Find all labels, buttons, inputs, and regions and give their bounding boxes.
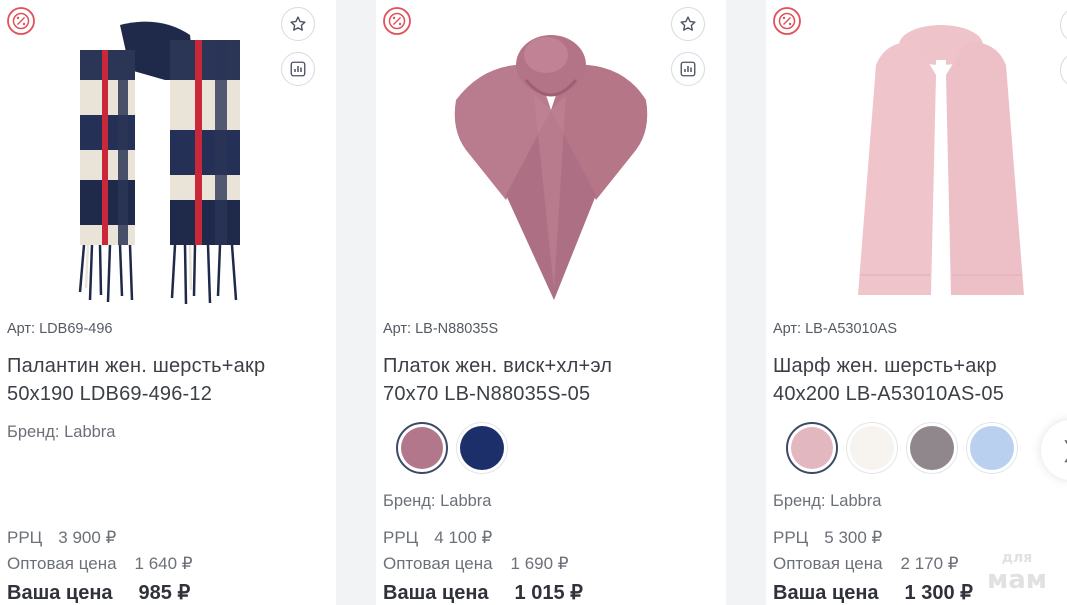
- add-to-favorites-button[interactable]: [281, 7, 315, 41]
- rrp-value: 4 100 ₽: [434, 528, 493, 547]
- color-swatch[interactable]: [846, 422, 898, 474]
- star-icon: [290, 16, 306, 31]
- product-image[interactable]: [846, 20, 1036, 305]
- color-swatch[interactable]: [456, 422, 508, 474]
- your-price-label: Ваша цена: [7, 582, 113, 604]
- product-title-line: Платок жен. виск+хл+эл: [383, 355, 613, 377]
- wholesale-label: Оптовая цена: [7, 554, 117, 573]
- color-swatches: [396, 422, 508, 474]
- rrp-label: РРЦ: [7, 528, 43, 547]
- rrp-price: РРЦ 3 900 ₽: [7, 528, 116, 548]
- add-to-favorites-button[interactable]: [671, 7, 705, 41]
- product-sku: Арт: LB-A53010AS: [773, 321, 898, 337]
- product-title-line: 40x200 LB-A53010AS-05: [773, 383, 1005, 405]
- wholesale-label: Оптовая цена: [383, 554, 493, 573]
- wholesale-value: 2 170 ₽: [900, 554, 959, 573]
- add-to-compare-button[interactable]: [671, 52, 705, 86]
- wholesale-price: Оптовая цена 1 640 ₽: [7, 554, 193, 574]
- product-image[interactable]: [446, 20, 656, 305]
- product-image[interactable]: [60, 20, 260, 305]
- chart-icon: [680, 61, 696, 77]
- product-title-line: Палантин жен. шерсть+акр: [7, 355, 266, 377]
- add-to-compare-button[interactable]: [281, 52, 315, 86]
- chart-icon: [290, 61, 306, 77]
- your-price-value: 985 ₽: [138, 582, 191, 604]
- color-swatch[interactable]: [966, 422, 1018, 474]
- rrp-price: РРЦ 4 100 ₽: [383, 528, 492, 548]
- wholesale-label: Оптовая цена: [773, 554, 883, 573]
- wholesale-price: Оптовая цена 2 170 ₽: [773, 554, 959, 574]
- your-price-label: Ваша цена: [773, 582, 879, 604]
- product-title[interactable]: Платок жен. виск+хл+эл 70x70 LB-N88035S-…: [383, 352, 713, 408]
- color-swatch[interactable]: [906, 422, 958, 474]
- your-price: Ваша цена 1 300 ₽: [773, 580, 973, 605]
- product-card[interactable]: Арт: LB-N88035S Платок жен. виск+хл+эл 7…: [376, 0, 726, 605]
- color-swatch[interactable]: [786, 422, 838, 474]
- color-swatches: [786, 422, 1018, 474]
- product-title-line: 70x70 LB-N88035S-05: [383, 383, 591, 405]
- your-price: Ваша цена 1 015 ₽: [383, 580, 583, 605]
- product-sku: Арт: LB-N88035S: [383, 321, 499, 337]
- your-price-value: 1 015 ₽: [514, 582, 583, 604]
- product-title-line: 50x190 LDB69-496-12: [7, 383, 213, 405]
- promo-icon: [773, 7, 801, 35]
- product-title[interactable]: Палантин жен. шерсть+акр 50x190 LDB69-49…: [7, 352, 336, 408]
- color-swatch[interactable]: [396, 422, 448, 474]
- wholesale-value: 1 640 ₽: [134, 554, 193, 573]
- wholesale-price: Оптовая цена 1 690 ₽: [383, 554, 569, 574]
- promo-icon: [383, 7, 411, 35]
- promo-icon: [7, 7, 35, 35]
- rrp-label: РРЦ: [383, 528, 419, 547]
- product-brand: Бренд: Labbra: [773, 492, 882, 510]
- product-title[interactable]: Шарф жен. шерсть+акр 40x200 LB-A53010AS-…: [773, 352, 1067, 408]
- star-icon: [680, 16, 696, 31]
- wholesale-value: 1 690 ₽: [510, 554, 569, 573]
- product-brand: Бренд: Labbra: [383, 492, 492, 510]
- your-price-value: 1 300 ₽: [904, 582, 973, 604]
- chevron-right-icon: ❯: [1061, 437, 1067, 463]
- product-brand: Бренд: Labbra: [7, 423, 116, 441]
- rrp-value: 5 300 ₽: [824, 528, 883, 547]
- product-card[interactable]: Арт: LB-A53010AS Шарф жен. шерсть+акр 40…: [766, 0, 1067, 605]
- your-price-label: Ваша цена: [383, 582, 489, 604]
- rrp-label: РРЦ: [773, 528, 809, 547]
- rrp-price: РРЦ 5 300 ₽: [773, 528, 882, 548]
- your-price: Ваша цена 985 ₽: [7, 580, 190, 605]
- product-title-line: Шарф жен. шерсть+акр: [773, 355, 997, 377]
- product-sku: Арт: LDB69-496: [7, 321, 113, 337]
- product-card[interactable]: Арт: LDB69-496 Палантин жен. шерсть+акр …: [0, 0, 336, 605]
- rrp-value: 3 900 ₽: [58, 528, 117, 547]
